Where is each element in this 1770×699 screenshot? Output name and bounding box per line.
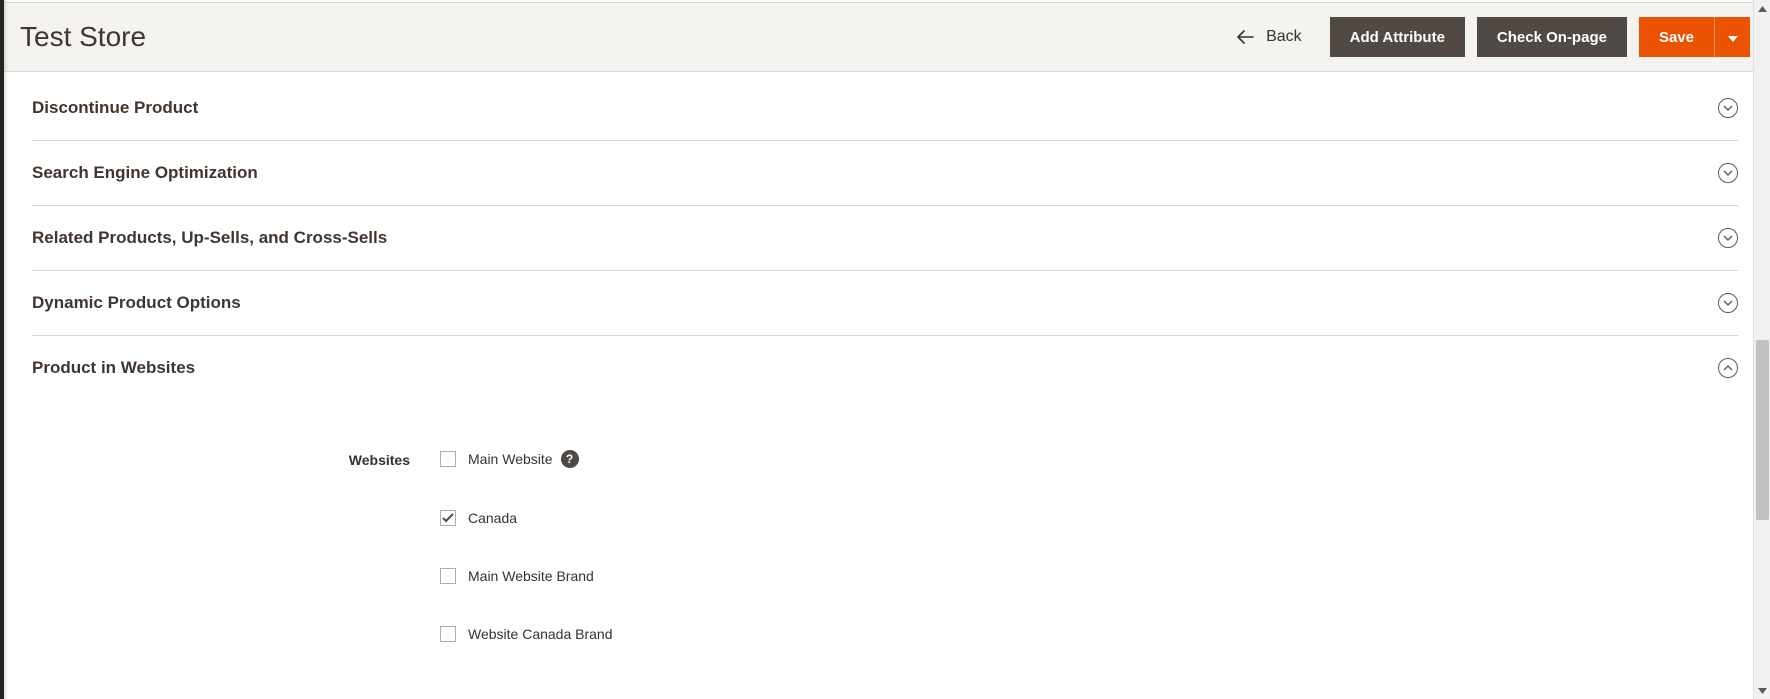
checkbox-website-canada-brand[interactable] — [440, 626, 456, 642]
back-label: Back — [1266, 28, 1302, 46]
section-title-dynamic: Dynamic Product Options — [32, 293, 241, 313]
scroll-down-button[interactable] — [1754, 682, 1770, 699]
save-dropdown-button[interactable] — [1714, 17, 1750, 57]
page-header: Test Store Back Add Attribute Check On-p… — [0, 2, 1770, 72]
arrow-left-icon — [1236, 30, 1254, 44]
checkbox-label: Website Canada Brand — [468, 626, 613, 642]
checkbox-main-website-brand[interactable] — [440, 568, 456, 584]
checkbox-canada[interactable] — [440, 510, 456, 526]
checkbox-label: Main Website — [468, 451, 553, 467]
section-title-discontinue: Discontinue Product — [32, 98, 198, 118]
websites-checkbox-list: Main Website ? Canada Main Website B — [440, 450, 613, 652]
save-button-group: Save — [1639, 17, 1750, 57]
back-link[interactable]: Back — [1236, 28, 1302, 46]
section-title-related: Related Products, Up-Sells, and Cross-Se… — [32, 228, 387, 248]
website-checkbox-item: Website Canada Brand — [440, 626, 613, 642]
chevron-up-circle-icon — [1718, 358, 1738, 378]
add-attribute-button[interactable]: Add Attribute — [1330, 17, 1465, 57]
check-onpage-button[interactable]: Check On-page — [1477, 17, 1627, 57]
scroll-up-button[interactable] — [1754, 0, 1770, 17]
section-websites-body: Websites Main Website ? Canada — [32, 400, 1738, 682]
websites-field-label: Websites — [32, 450, 440, 468]
section-title-websites: Product in Websites — [32, 358, 195, 378]
triangle-down-icon — [1728, 30, 1738, 45]
website-checkbox-item: Main Website Brand — [440, 568, 613, 584]
left-shadow — [0, 0, 8, 699]
section-discontinue[interactable]: Discontinue Product — [32, 72, 1738, 141]
section-related[interactable]: Related Products, Up-Sells, and Cross-Se… — [32, 206, 1738, 271]
vertical-scrollbar[interactable] — [1753, 0, 1770, 699]
chevron-down-circle-icon — [1718, 293, 1738, 313]
checkbox-label: Canada — [468, 510, 517, 526]
section-title-seo: Search Engine Optimization — [32, 163, 258, 183]
section-dynamic[interactable]: Dynamic Product Options — [32, 271, 1738, 336]
checkbox-main-website[interactable] — [440, 451, 456, 467]
website-checkbox-item: Canada — [440, 510, 613, 526]
content-area: Discontinue Product Search Engine Optimi… — [0, 72, 1770, 682]
checkbox-label: Main Website Brand — [468, 568, 594, 584]
section-websites[interactable]: Product in Websites — [32, 336, 1738, 400]
chevron-down-circle-icon — [1718, 228, 1738, 248]
chevron-down-circle-icon — [1718, 163, 1738, 183]
websites-field-row: Websites Main Website ? Canada — [32, 450, 1738, 652]
help-icon[interactable]: ? — [561, 450, 579, 468]
scrollbar-thumb[interactable] — [1756, 340, 1769, 520]
section-seo[interactable]: Search Engine Optimization — [32, 141, 1738, 206]
website-checkbox-item: Main Website ? — [440, 450, 613, 468]
chevron-down-circle-icon — [1718, 98, 1738, 118]
save-button[interactable]: Save — [1639, 17, 1714, 57]
page-title: Test Store — [20, 21, 146, 53]
